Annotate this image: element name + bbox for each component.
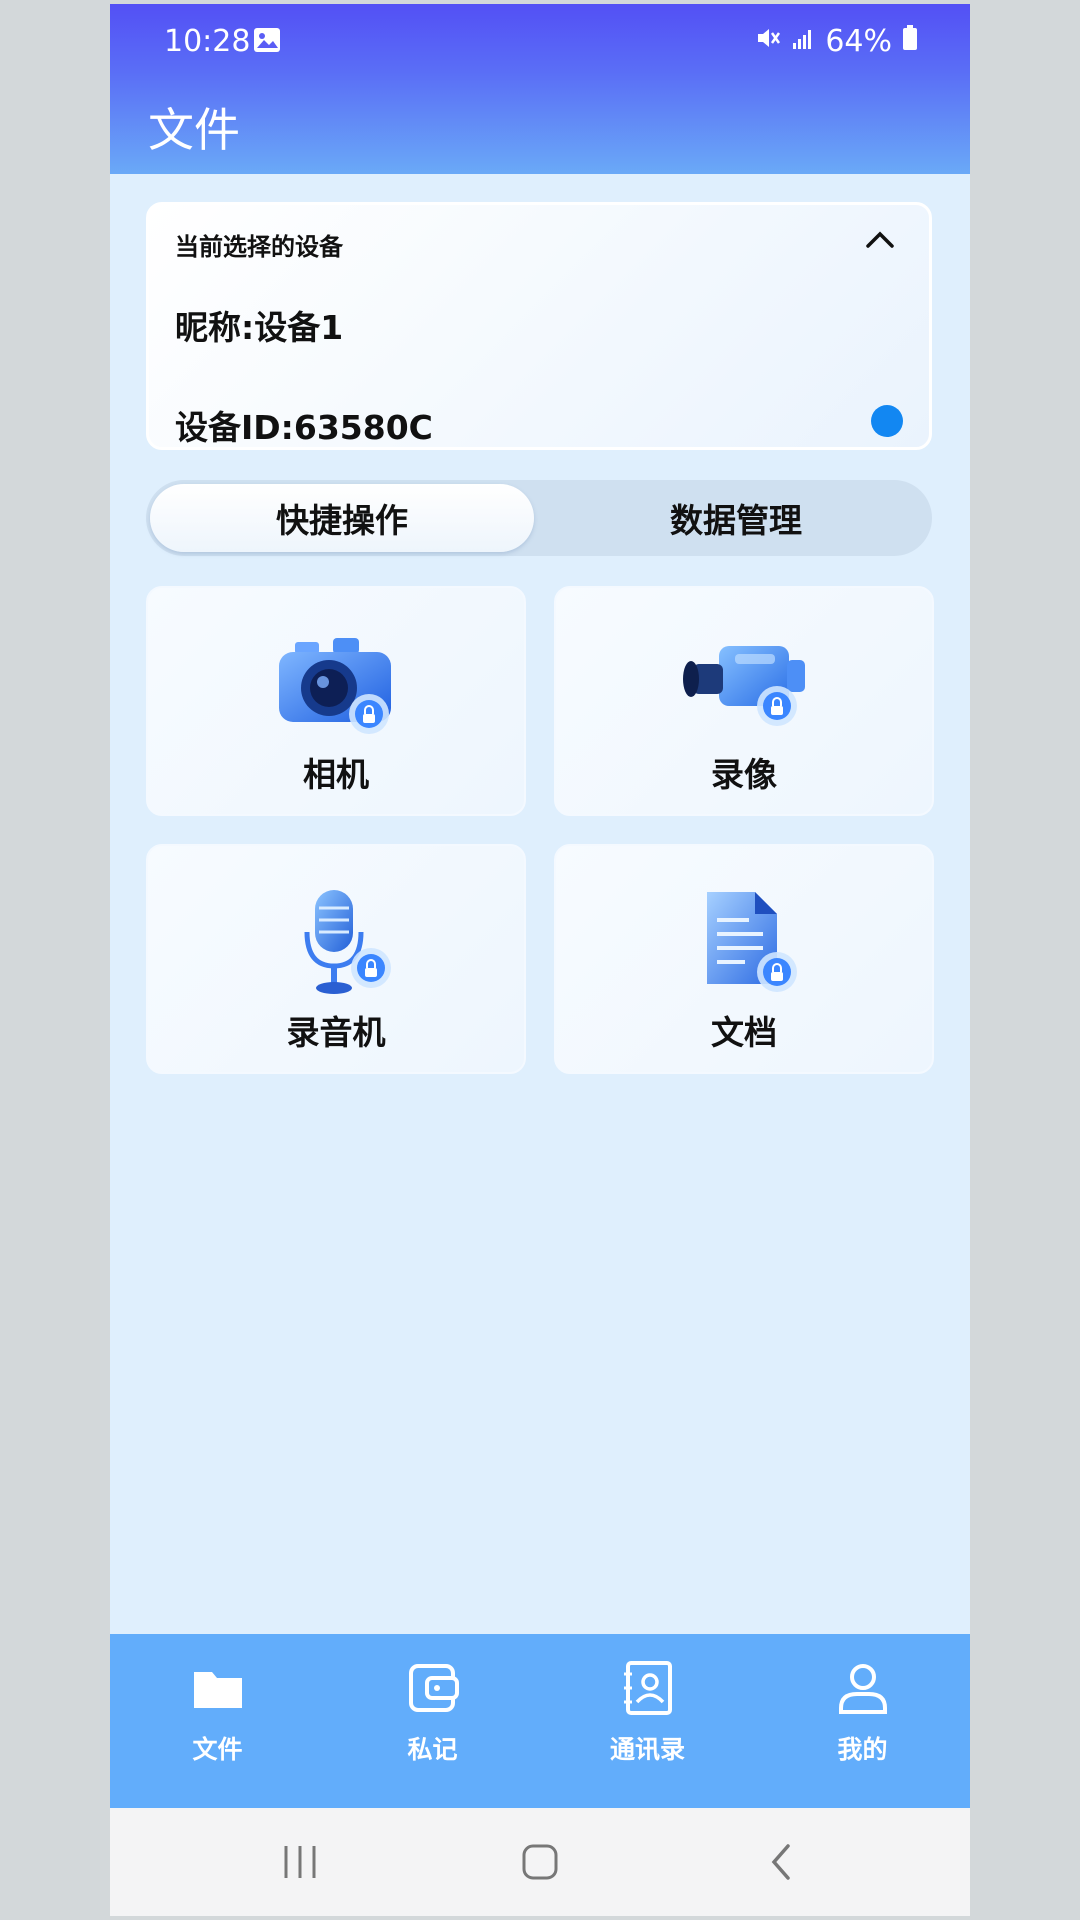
device-status-dot [871, 405, 903, 437]
camera-lock-icon [271, 630, 401, 740]
current-device-card[interactable]: 当前选择的设备 昵称:设备1 设备ID:63580C [146, 202, 932, 450]
battery-icon [902, 24, 918, 59]
bottom-nav: 文件 私记 通讯录 我的 [110, 1634, 970, 1808]
feature-video-tile[interactable]: 录像 [554, 586, 934, 816]
nav-item-profile[interactable]: 我的 [755, 1634, 970, 1808]
device-nickname: 昵称:设备1 [175, 308, 344, 347]
feature-label: 文档 [711, 1013, 777, 1052]
contacts-book-icon [620, 1660, 676, 1716]
person-icon [835, 1660, 891, 1716]
feature-label: 录像 [711, 755, 777, 794]
nav-item-notes[interactable]: 私记 [325, 1634, 540, 1808]
mute-icon [755, 24, 781, 59]
app-bar: 10:28 64% 文件 [110, 4, 970, 174]
segment-tabs: 快捷操作 数据管理 [146, 480, 932, 556]
nav-label: 通讯录 [609, 1735, 685, 1764]
chevron-up-icon[interactable] [865, 229, 895, 253]
wallet-icon [405, 1660, 461, 1716]
phone-screen: 10:28 64% 文件 当前选择的设备 昵称:设备1 设备ID:63580C [110, 4, 970, 1916]
nav-label: 文件 [192, 1735, 243, 1764]
feature-recorder-tile[interactable]: 录音机 [146, 844, 526, 1074]
feature-label: 相机 [303, 755, 369, 794]
status-indicators: 64% [755, 24, 918, 59]
status-time: 10:28 [164, 24, 251, 59]
battery-percent: 64% [825, 24, 892, 59]
device-id: 设备ID:63580C [175, 408, 433, 447]
signal-icon [791, 24, 815, 59]
recents-icon[interactable] [282, 1842, 318, 1886]
folder-icon [190, 1660, 246, 1716]
gallery-notification-icon [254, 28, 280, 52]
tab-quick-actions[interactable]: 快捷操作 [150, 484, 534, 552]
microphone-lock-icon [271, 888, 401, 998]
feature-camera-tile[interactable]: 相机 [146, 586, 526, 816]
video-camera-lock-icon [679, 630, 809, 740]
device-card-heading: 当前选择的设备 [175, 233, 343, 261]
document-lock-icon [679, 888, 809, 998]
tab-data-management[interactable]: 数据管理 [544, 484, 928, 552]
nav-label: 私记 [407, 1735, 458, 1764]
nav-item-files[interactable]: 文件 [110, 1634, 325, 1808]
feature-label: 录音机 [286, 1013, 386, 1052]
system-nav-bar [110, 1808, 970, 1916]
feature-document-tile[interactable]: 文档 [554, 844, 934, 1074]
page-title: 文件 [148, 103, 240, 157]
home-icon[interactable] [520, 1842, 560, 1886]
back-icon[interactable] [766, 1842, 796, 1886]
nav-label: 我的 [837, 1735, 888, 1764]
nav-item-contacts[interactable]: 通讯录 [540, 1634, 755, 1808]
